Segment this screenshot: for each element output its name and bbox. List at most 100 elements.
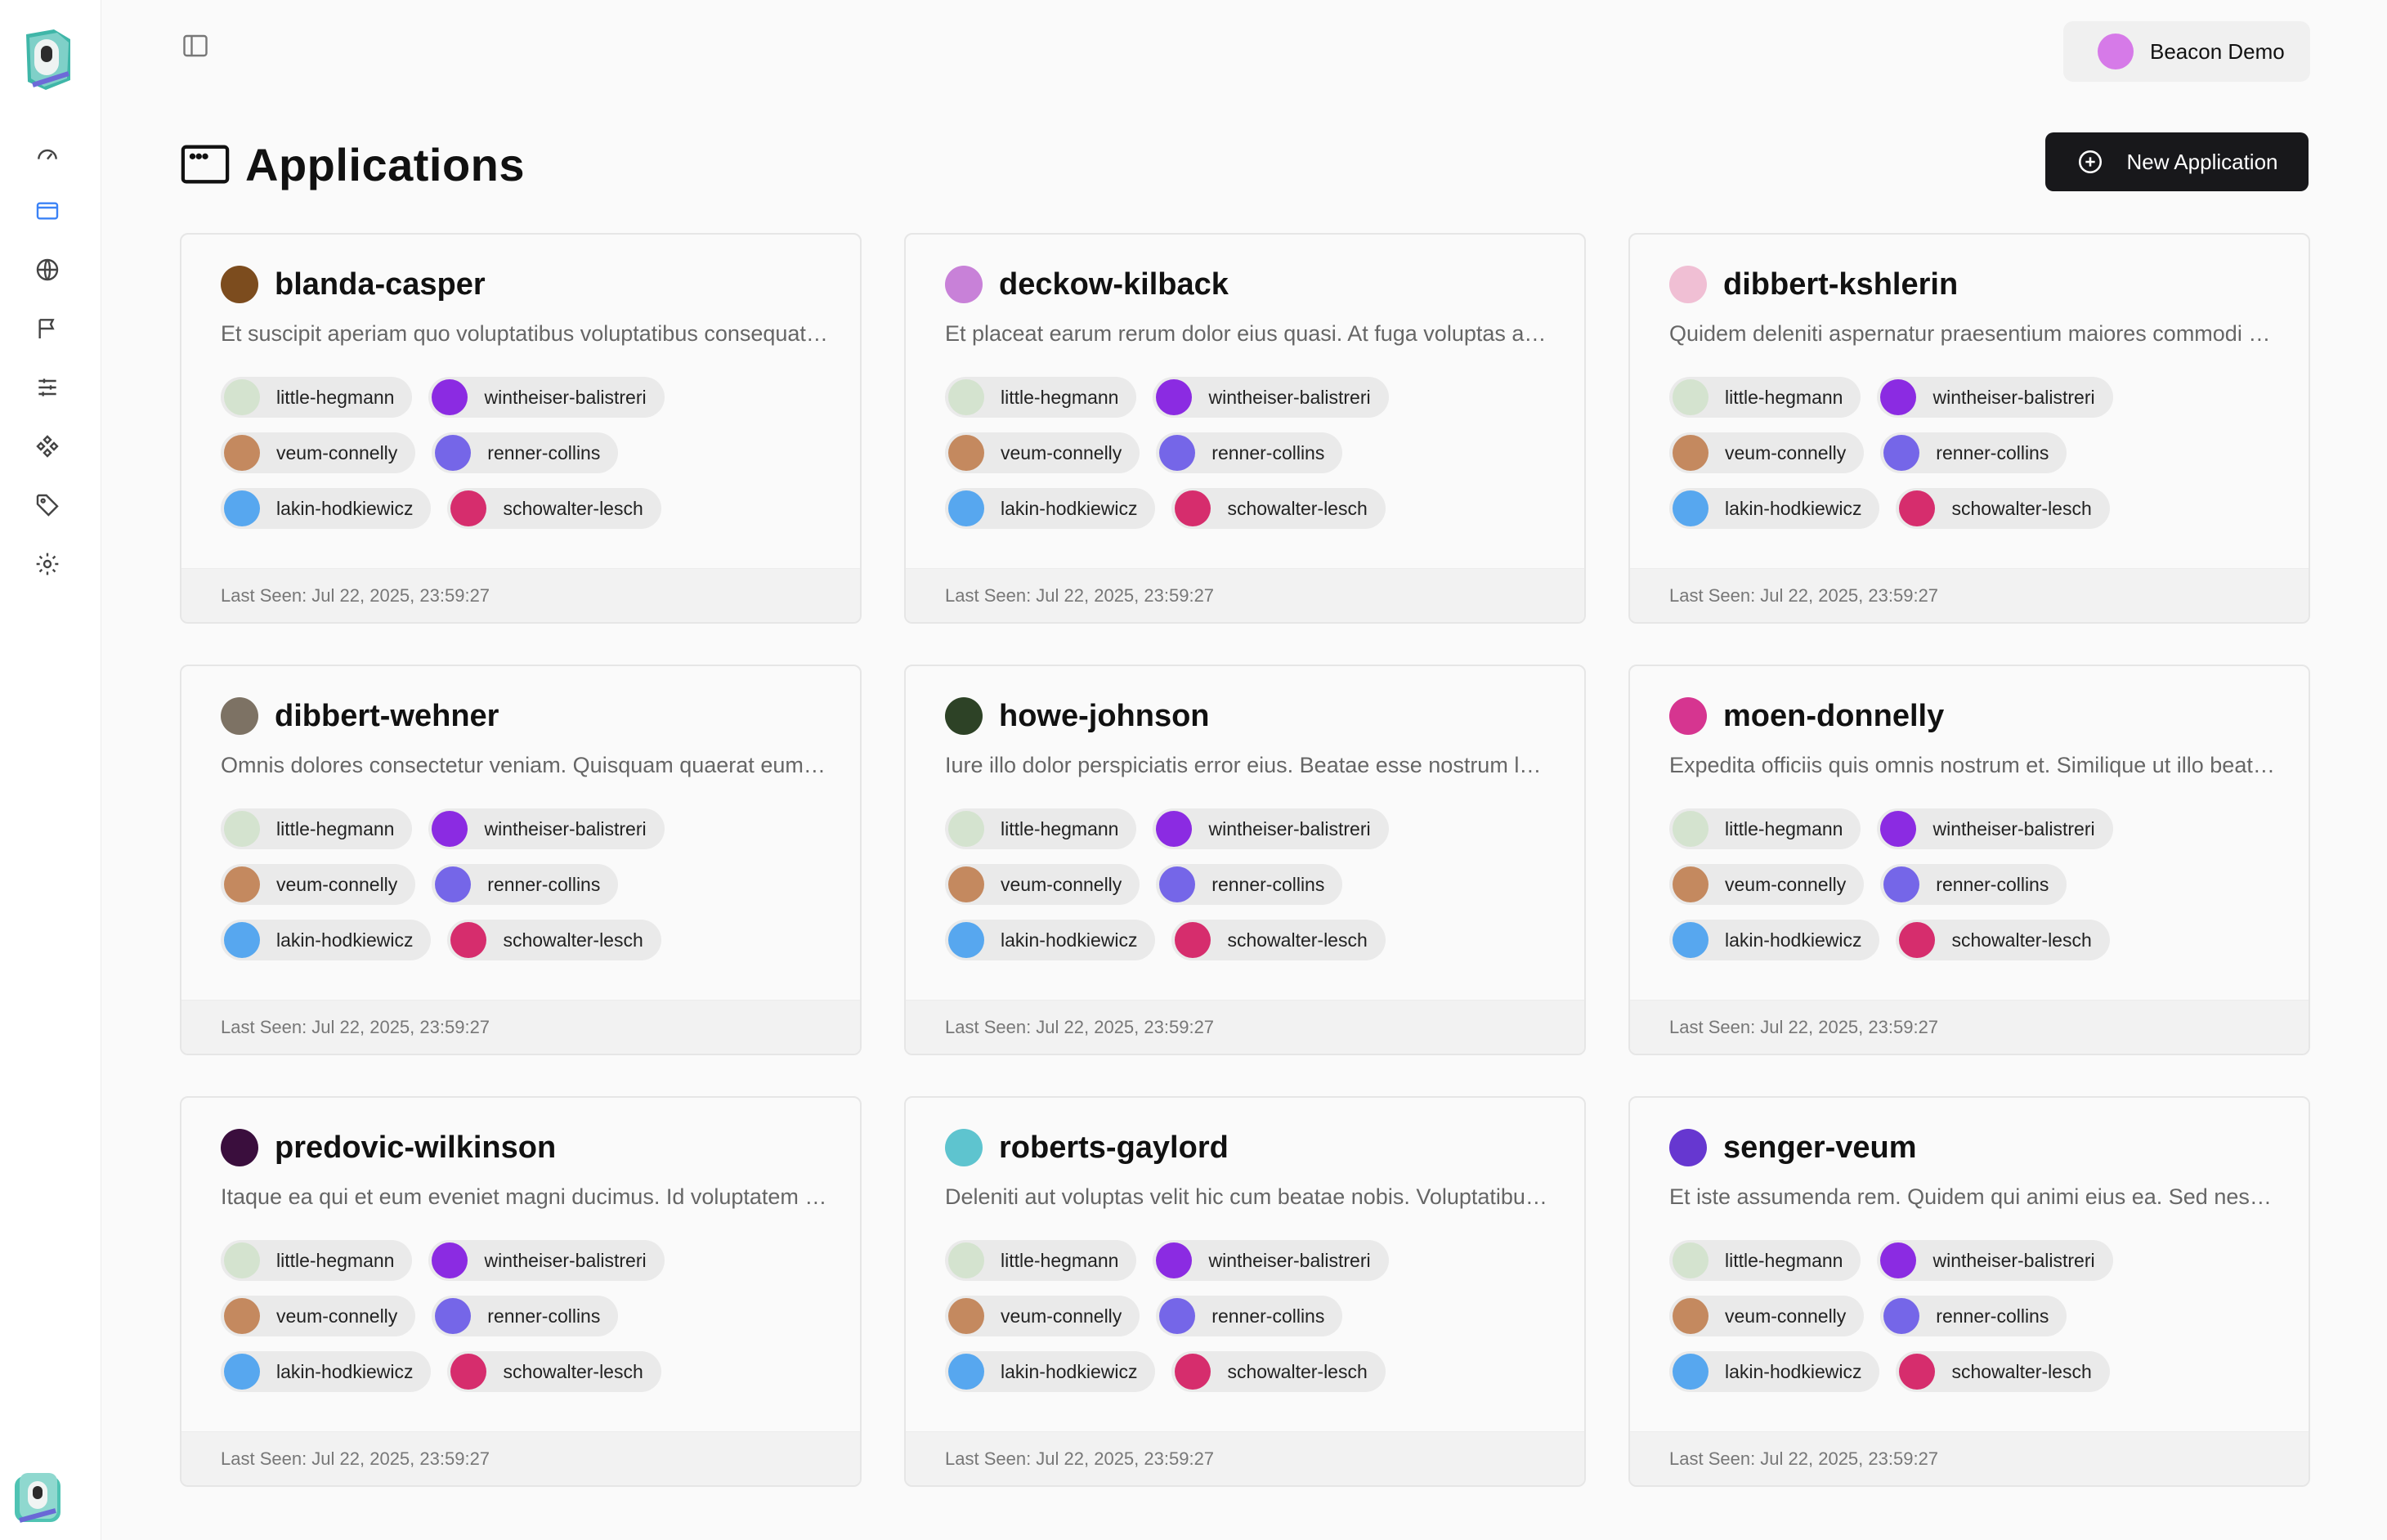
environment-chip[interactable]: lakin-hodkiewicz [221, 488, 432, 529]
environment-chip[interactable]: wintheiser-balistreri [428, 1240, 665, 1281]
environment-chip[interactable]: wintheiser-balistreri [1153, 1240, 1389, 1281]
environment-color-dot [224, 811, 260, 847]
environment-chip[interactable]: renner-collins [1880, 864, 2067, 905]
environment-chip[interactable]: renner-collins [432, 1296, 619, 1336]
environment-color-dot [1673, 811, 1709, 847]
sidebar-toggle-button[interactable] [178, 29, 213, 62]
card-footer: Last Seen: Jul 22, 2025, 23:59:27 [181, 1000, 860, 1054]
sidebar-item-flags[interactable] [31, 312, 64, 345]
environment-chip[interactable]: renner-collins [1156, 1296, 1343, 1336]
environment-chip[interactable]: lakin-hodkiewicz [945, 488, 1156, 529]
environment-chip[interactable]: little-hegmann [945, 1240, 1137, 1281]
environment-chip[interactable]: schowalter-lesch [447, 920, 661, 960]
environment-chip[interactable]: wintheiser-balistreri [1153, 808, 1389, 849]
environment-chip[interactable]: veum-connelly [1669, 432, 1865, 473]
environment-chip[interactable]: lakin-hodkiewicz [1669, 488, 1880, 529]
environment-color-dot [1175, 1354, 1211, 1390]
card-footer: Last Seen: Jul 22, 2025, 23:59:27 [181, 568, 860, 622]
environment-chip[interactable]: lakin-hodkiewicz [221, 1351, 432, 1392]
environment-chip[interactable]: veum-connelly [945, 864, 1140, 905]
environment-chip[interactable]: little-hegmann [1669, 808, 1861, 849]
environment-chip[interactable]: wintheiser-balistreri [1877, 377, 2113, 418]
user-avatar-logo[interactable] [11, 1471, 64, 1527]
environment-name: little-hegmann [1001, 1249, 1119, 1271]
application-color-dot [945, 1129, 983, 1166]
application-card[interactable]: roberts-gaylord Deleniti aut voluptas vel… [904, 1096, 1586, 1487]
environment-chip[interactable]: renner-collins [1156, 432, 1343, 473]
environment-chip[interactable]: veum-connelly [221, 864, 416, 905]
environment-chip[interactable]: lakin-hodkiewicz [945, 920, 1156, 960]
sidebar-item-settings-sliders[interactable] [31, 371, 64, 404]
environment-chips: little-hegmann wintheiser-balistreri veum-… [945, 1240, 1566, 1407]
environment-name: little-hegmann [276, 1249, 395, 1271]
environment-chip[interactable]: schowalter-lesch [447, 488, 661, 529]
application-card[interactable]: senger-veum Et iste assumenda rem. Quidem… [1628, 1096, 2310, 1487]
environment-chip[interactable]: veum-connelly [945, 432, 1140, 473]
chip-row: little-hegmann wintheiser-balistreri [1669, 808, 2291, 849]
environment-chip[interactable]: little-hegmann [945, 808, 1137, 849]
chip-row: veum-connelly renner-collins [221, 1296, 842, 1336]
application-card[interactable]: blanda-casper Et suscipit aperiam quo vol… [180, 233, 862, 624]
environment-chip[interactable]: schowalter-lesch [1896, 488, 2110, 529]
environment-chip[interactable]: veum-connelly [1669, 864, 1865, 905]
environment-name: renner-collins [1211, 873, 1325, 895]
environment-chip[interactable]: schowalter-lesch [1896, 1351, 2110, 1392]
environment-chip[interactable]: veum-connelly [221, 1296, 416, 1336]
environment-name: wintheiser-balistreri [1208, 1249, 1371, 1271]
environment-name: renner-collins [1936, 873, 2049, 895]
environment-chip[interactable]: lakin-hodkiewicz [945, 1351, 1156, 1392]
environment-chip[interactable]: renner-collins [432, 432, 619, 473]
environment-chip[interactable]: lakin-hodkiewicz [221, 920, 432, 960]
application-card[interactable]: predovic-wilkinson Itaque ea qui et eum e… [180, 1096, 862, 1487]
environment-chip[interactable]: little-hegmann [221, 1240, 413, 1281]
environment-chip[interactable]: little-hegmann [945, 377, 1137, 418]
environment-chip[interactable]: lakin-hodkiewicz [1669, 920, 1880, 960]
environment-chip[interactable]: little-hegmann [1669, 1240, 1861, 1281]
environment-chip[interactable]: schowalter-lesch [1171, 920, 1386, 960]
environment-chip[interactable]: renner-collins [1880, 1296, 2067, 1336]
application-name: dibbert-kshlerin [1723, 266, 1959, 302]
environment-name: wintheiser-balistreri [1932, 817, 2095, 839]
environment-chip[interactable]: wintheiser-balistreri [1153, 377, 1389, 418]
environment-chip[interactable]: renner-collins [1880, 432, 2067, 473]
new-application-button[interactable]: New Application [2045, 132, 2309, 191]
application-card[interactable]: howe-johnson Iure illo dolor perspiciatis… [904, 665, 1586, 1055]
application-card[interactable]: deckow-kilback Et placeat earum rerum dol… [904, 233, 1586, 624]
environment-chip[interactable]: schowalter-lesch [1171, 488, 1386, 529]
application-card[interactable]: dibbert-wehner Omnis dolores consectetur … [180, 665, 862, 1055]
environment-chip[interactable]: schowalter-lesch [1171, 1351, 1386, 1392]
application-card[interactable]: moen-donnelly Expedita officiis quis omni… [1628, 665, 2310, 1055]
sidebar-item-dashboard[interactable] [31, 137, 64, 170]
card-footer: Last Seen: Jul 22, 2025, 23:59:27 [906, 1000, 1584, 1054]
environment-name: lakin-hodkiewicz [1725, 1360, 1862, 1382]
environment-chip[interactable]: lakin-hodkiewicz [1669, 1351, 1880, 1392]
sidebar-item-globe[interactable] [31, 253, 64, 286]
environment-chip[interactable]: little-hegmann [1669, 377, 1861, 418]
environment-chip[interactable]: wintheiser-balistreri [428, 808, 665, 849]
sidebar-item-applications[interactable] [31, 195, 64, 227]
environment-chip[interactable]: veum-connelly [1669, 1296, 1865, 1336]
account-switcher[interactable]: Beacon Demo [2063, 21, 2310, 82]
environment-chip[interactable]: schowalter-lesch [1896, 920, 2110, 960]
sidebar-item-tags[interactable] [31, 489, 64, 522]
environment-name: veum-connelly [1001, 1305, 1122, 1327]
environment-chip[interactable]: renner-collins [1156, 864, 1343, 905]
chip-row: little-hegmann wintheiser-balistreri [945, 1240, 1566, 1281]
gauge-icon [38, 149, 57, 160]
sidebar-item-components[interactable] [31, 430, 64, 463]
environment-chip[interactable]: little-hegmann [221, 377, 413, 418]
environment-chip[interactable]: veum-connelly [221, 432, 416, 473]
environment-chip[interactable]: wintheiser-balistreri [1877, 1240, 2113, 1281]
environment-chip[interactable]: renner-collins [432, 864, 619, 905]
environment-chip[interactable]: schowalter-lesch [447, 1351, 661, 1392]
environment-chip[interactable]: little-hegmann [221, 808, 413, 849]
environment-chip[interactable]: veum-connelly [945, 1296, 1140, 1336]
environment-name: renner-collins [487, 873, 601, 895]
application-name: predovic-wilkinson [275, 1130, 557, 1165]
sidebar-item-settings[interactable] [31, 548, 64, 580]
environment-chip[interactable]: wintheiser-balistreri [1877, 808, 2113, 849]
application-card[interactable]: dibbert-kshlerin Quidem deleniti aspernat… [1628, 233, 2310, 624]
environment-chip[interactable]: wintheiser-balistreri [428, 377, 665, 418]
environment-color-dot [1883, 435, 1920, 471]
app-logo[interactable] [21, 28, 75, 93]
